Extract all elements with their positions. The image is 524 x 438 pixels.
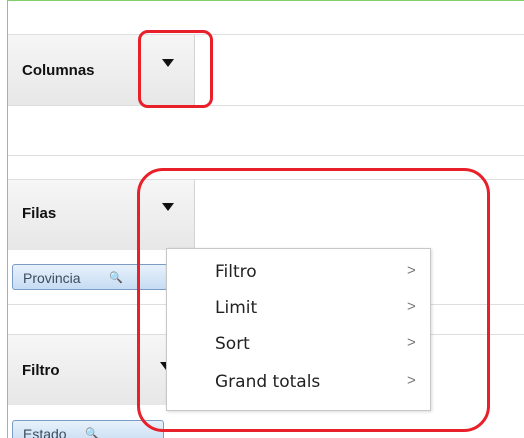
magnifier-icon[interactable]: 🔍	[85, 421, 99, 438]
menu-item-limit[interactable]: Limit >	[167, 289, 430, 325]
divider	[8, 105, 524, 106]
filter-label: Filtro	[22, 362, 60, 379]
columns-dropdown-button[interactable]	[146, 36, 190, 100]
provincia-field-pill[interactable]: Provincia 🔍	[12, 264, 168, 290]
estado-field-label: Estado	[23, 426, 67, 438]
menu-item-label: Grand totals	[215, 372, 321, 392]
menu-item-grand-totals[interactable]: Grand totals >	[167, 363, 430, 399]
divider	[8, 155, 524, 156]
submenu-arrow-icon: >	[407, 372, 416, 389]
rows-dropdown-button[interactable]	[146, 182, 190, 246]
submenu-arrow-icon: >	[407, 334, 416, 351]
rows-label: Filas	[22, 205, 57, 222]
field-context-menu: Filtro > Limit > Sort > Grand totals >	[166, 248, 431, 411]
dropdown-arrow-icon	[162, 203, 174, 211]
submenu-arrow-icon: >	[407, 298, 416, 315]
provincia-field-label: Provincia	[23, 270, 81, 286]
menu-item-filtro[interactable]: Filtro >	[167, 253, 430, 289]
divider	[8, 179, 524, 180]
submenu-arrow-icon: >	[407, 262, 416, 279]
menu-item-sort[interactable]: Sort >	[167, 325, 430, 361]
dropdown-arrow-icon	[162, 59, 174, 67]
query-designer-panel: Columnas Filas Provincia 🔍 Filtro Estado…	[0, 0, 524, 438]
menu-item-label: Limit	[215, 298, 258, 318]
menu-item-label: Sort	[215, 334, 250, 354]
frame-border-top	[7, 0, 524, 1]
menu-item-label: Filtro	[215, 262, 257, 282]
estado-field-pill[interactable]: Estado 🔍	[12, 420, 164, 438]
columns-label: Columnas	[22, 62, 95, 79]
magnifier-icon[interactable]: 🔍	[109, 265, 123, 291]
